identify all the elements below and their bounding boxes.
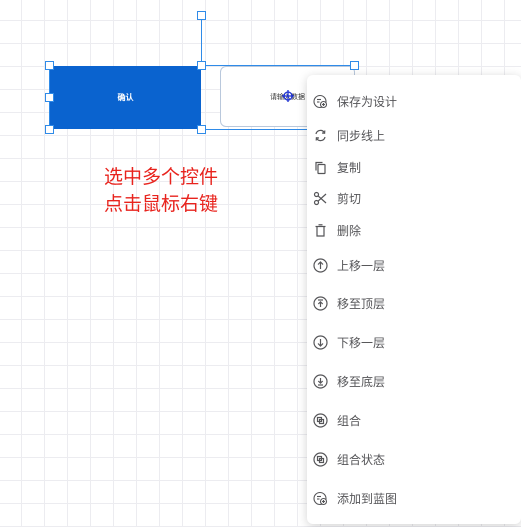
resize-handle-top-right[interactable]: [350, 61, 359, 70]
resize-handle-bottom-left[interactable]: [45, 125, 54, 134]
trash-icon: [313, 223, 328, 238]
arrow-down-circle-icon: [313, 334, 328, 350]
copy-icon: [313, 160, 328, 175]
context-menu: 保存为设计 同步线上 复制 剪切 删除 上移一层 移至顶层 下移一层 移至底层 …: [307, 75, 521, 524]
menu-item-label: 添加到蓝图: [337, 491, 398, 506]
menu-item-label: 剪切: [337, 191, 362, 206]
menu-item-move-up[interactable]: 上移一层: [307, 251, 521, 279]
save-as-design-icon: [313, 94, 328, 109]
crosshair-cursor-icon: [282, 90, 294, 102]
menu-item-label: 保存为设计: [337, 94, 398, 109]
menu-item-cut[interactable]: 剪切: [307, 184, 521, 212]
resize-handle-top-middle[interactable]: [197, 61, 206, 70]
group-icon: [313, 412, 328, 428]
menu-item-delete[interactable]: 删除: [307, 216, 521, 244]
menu-item-label: 同步线上: [337, 128, 386, 143]
menu-item-label: 删除: [337, 223, 362, 238]
menu-item-save-as-design[interactable]: 保存为设计: [307, 87, 521, 115]
menu-item-move-to-bottom[interactable]: 移至底层: [307, 367, 521, 395]
menu-item-add-to-blueprint[interactable]: 添加到蓝图: [307, 484, 521, 512]
rotation-handle-line: [201, 20, 202, 66]
group-state-icon: [313, 451, 328, 467]
menu-item-move-to-top[interactable]: 移至顶层: [307, 289, 521, 317]
annotation-text: 选中多个控件 点击鼠标右键: [104, 164, 218, 218]
menu-item-label: 移至底层: [337, 374, 386, 389]
resize-handle-bottom-middle[interactable]: [197, 125, 206, 134]
arrow-up-circle-icon: [313, 257, 328, 273]
menu-item-label: 复制: [337, 160, 362, 175]
menu-item-move-down[interactable]: 下移一层: [307, 328, 521, 356]
selection-bottom-line: [201, 129, 307, 130]
sync-icon: [313, 128, 328, 143]
resize-handle-top-left[interactable]: [45, 61, 54, 70]
add-to-blueprint-icon: [313, 491, 328, 506]
menu-item-copy[interactable]: 复制: [307, 153, 521, 181]
menu-item-label: 组合状态: [337, 452, 386, 467]
selection-top-line: [201, 65, 355, 66]
annotation-line-2: 点击鼠标右键: [104, 193, 219, 215]
annotation-line-1: 选中多个控件: [104, 166, 219, 188]
menu-item-label: 组合: [337, 413, 362, 428]
confirm-button-label: 确认: [117, 93, 134, 102]
arrow-to-bottom-circle-icon: [313, 373, 328, 389]
menu-item-sync-online[interactable]: 同步线上: [307, 121, 521, 149]
scissors-icon: [313, 191, 328, 206]
menu-item-label: 移至顶层: [337, 296, 386, 311]
resize-handle-middle-left[interactable]: [45, 93, 54, 102]
menu-item-label: 下移一层: [337, 335, 386, 350]
menu-item-label: 上移一层: [337, 258, 386, 273]
confirm-button-widget[interactable]: 确认: [50, 66, 201, 129]
arrow-to-top-circle-icon: [313, 295, 328, 311]
rotate-handle[interactable]: [197, 11, 206, 20]
menu-item-group-state[interactable]: 组合状态: [307, 445, 521, 473]
menu-item-group[interactable]: 组合: [307, 406, 521, 434]
